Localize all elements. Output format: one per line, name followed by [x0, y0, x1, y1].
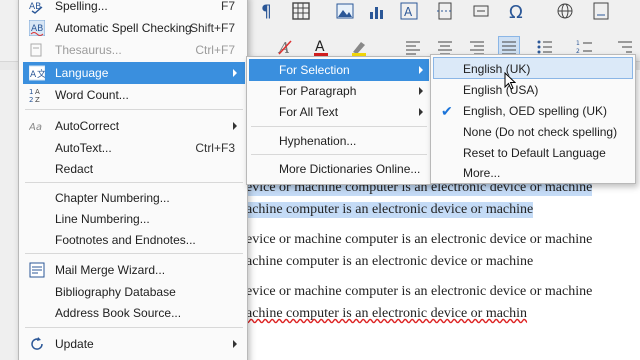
svg-text:¶: ¶ [261, 2, 272, 20]
svg-text:Aa: Aa [29, 122, 42, 133]
svg-text:A: A [30, 70, 37, 80]
document-line-misspelled[interactable]: achine computer is an electronic device … [246, 306, 527, 322]
menu-item-more-dictionaries-online[interactable]: More Dictionaries Online... [249, 158, 429, 180]
menu-item-for-all-text[interactable]: For All Text [249, 101, 429, 123]
language-icon: A文 [29, 65, 45, 81]
svg-text:AB: AB [29, 2, 41, 12]
language-submenu: For Selection For Paragraph For All Text… [246, 56, 432, 185]
document-line[interactable]: achine computer is an electronic device … [246, 202, 534, 218]
svg-text:1: 1 [29, 88, 33, 96]
svg-text:Ω: Ω [509, 2, 523, 20]
submenu-arrow-icon [419, 108, 423, 116]
menu-separator [251, 126, 427, 127]
menu-item-autocorrect[interactable]: Aa AutoCorrect [23, 115, 245, 137]
menu-item-for-paragraph[interactable]: For Paragraph [249, 80, 429, 102]
page-break-icon[interactable] [436, 2, 454, 20]
spellcheck-icon: AB [29, 0, 45, 14]
thesaurus-icon [29, 42, 45, 58]
svg-text:A: A [35, 88, 40, 96]
menu-item-spelling[interactable]: AB Spelling... F7 [23, 0, 245, 17]
svg-text:A: A [315, 39, 325, 55]
menu-item-line-numbering[interactable]: Line Numbering... [23, 208, 245, 230]
highlighter-icon[interactable] [350, 38, 368, 56]
autocorrect-icon: Aa [29, 118, 45, 134]
svg-text:Z: Z [35, 96, 40, 103]
menu-separator [25, 253, 243, 254]
menu-item-chapter-numbering[interactable]: Chapter Numbering... [23, 187, 245, 209]
menu-separator [25, 109, 243, 110]
for-selection-submenu: English (UK) English (USA) ✔ English, OE… [430, 54, 636, 184]
field-icon[interactable] [472, 2, 490, 20]
misspelled-text[interactable]: achine computer is an electronic device … [246, 306, 527, 321]
pilcrow-icon[interactable]: ¶ [258, 2, 276, 20]
mail-merge-icon [29, 262, 45, 278]
document-line[interactable]: evice or machine computer is an electron… [246, 232, 592, 248]
menu-item-thesaurus[interactable]: Thesaurus... Ctrl+F7 [23, 39, 245, 61]
menu-item-address-book-source[interactable]: Address Book Source... [23, 302, 245, 324]
menu-item-english-usa[interactable]: English (USA) [433, 79, 633, 101]
text-box-icon[interactable]: A [400, 2, 418, 20]
menu-item-for-selection[interactable]: For Selection [249, 59, 429, 81]
menu-item-none-no-spelling[interactable]: None (Do not check spelling) [433, 121, 633, 143]
chart-icon[interactable] [368, 2, 386, 20]
word-count-icon: 12AZ [29, 87, 45, 103]
menu-item-redact[interactable]: Redact [23, 158, 245, 180]
menu-item-automatic-spell-checking[interactable]: AB Automatic Spell Checking Shift+F7 [23, 17, 245, 39]
svg-text:A: A [404, 5, 413, 19]
menu-item-language[interactable]: A文 Language [23, 62, 245, 84]
menu-item-update[interactable]: Update [23, 333, 245, 355]
document-line[interactable]: evice or machine computer is an electron… [246, 284, 592, 300]
font-color-icon[interactable]: A [312, 38, 330, 56]
hyperlink-icon[interactable] [556, 2, 574, 20]
auto-spellcheck-icon: AB [29, 20, 45, 36]
submenu-arrow-icon [419, 66, 423, 74]
menu-separator [25, 182, 243, 183]
menu-item-english-uk[interactable]: English (UK) [433, 57, 633, 79]
insert-image-icon[interactable] [336, 2, 354, 20]
vertical-ruler [0, 70, 20, 360]
menu-item-more[interactable]: More... [433, 162, 633, 184]
footnote-icon[interactable] [592, 2, 610, 20]
align-left-icon[interactable] [404, 38, 422, 56]
svg-text:2: 2 [29, 96, 33, 103]
checkmark-icon: ✔ [441, 103, 453, 119]
tools-menu: AB Spelling... F7 AB Automatic Spell Che… [18, 0, 248, 360]
menu-item-mail-merge-wizard[interactable]: Mail Merge Wizard... [23, 259, 245, 281]
svg-text:文: 文 [37, 68, 45, 80]
menu-item-bibliography-database[interactable]: Bibliography Database [23, 281, 245, 303]
svg-text:1: 1 [576, 40, 580, 47]
document-line[interactable]: achine computer is an electronic device … [246, 254, 533, 270]
submenu-arrow-icon [233, 69, 237, 77]
special-character-icon[interactable]: Ω [508, 2, 526, 20]
menu-item-reset-default-language[interactable]: Reset to Default Language [433, 142, 633, 164]
submenu-arrow-icon [233, 122, 237, 130]
document-page[interactable]: evice or machine computer is an electron… [246, 176, 640, 360]
submenu-arrow-icon [233, 340, 237, 348]
menu-item-hyphenation[interactable]: Hyphenation... [249, 130, 429, 152]
menu-separator [251, 154, 427, 155]
table-icon[interactable] [292, 2, 310, 20]
submenu-arrow-icon [419, 87, 423, 95]
update-icon [29, 336, 45, 352]
menu-item-english-oed[interactable]: ✔ English, OED spelling (UK) [433, 100, 633, 122]
menu-separator [25, 327, 243, 328]
mouse-pointer-icon [504, 71, 517, 90]
menu-item-footnotes-endnotes[interactable]: Footnotes and Endnotes... [23, 229, 245, 251]
clear-formatting-icon[interactable]: A [276, 38, 294, 56]
menu-item-word-count[interactable]: 12AZ Word Count... [23, 84, 245, 106]
menu-item-autotext[interactable]: AutoText... Ctrl+F3 [23, 137, 245, 159]
